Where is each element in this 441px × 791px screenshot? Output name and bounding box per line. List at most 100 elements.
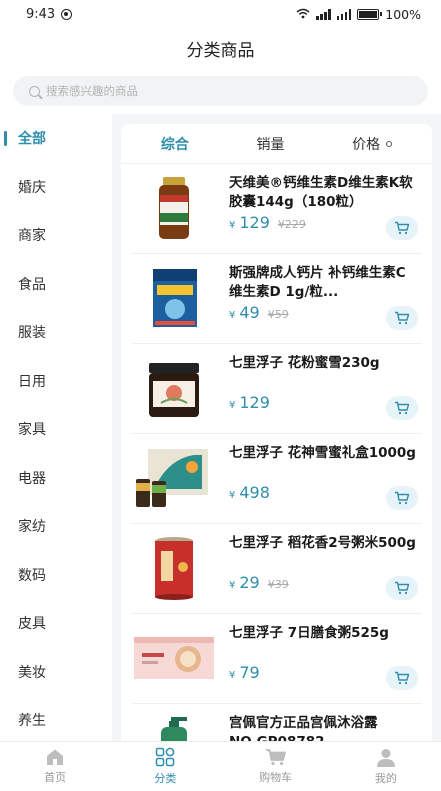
category-sidebar: 全部 婚庆 商家 食品 服装 日用 家具 电器 家纺 数码 皮具 美妆 养生 bbox=[0, 114, 112, 741]
add-to-cart-button[interactable] bbox=[386, 396, 418, 420]
category-label: 婚庆 bbox=[18, 179, 46, 196]
product-price: 49 bbox=[239, 303, 260, 322]
product-price: 79 bbox=[239, 663, 260, 682]
product-item[interactable]: 七里浮子 7日膳食粥525g ¥ 79 bbox=[131, 614, 422, 704]
original-price: ¥39 bbox=[267, 578, 289, 591]
category-item-beauty[interactable]: 美妆 bbox=[0, 648, 112, 697]
original-price: ¥59 bbox=[267, 308, 289, 321]
porridge-box-icon bbox=[134, 637, 214, 679]
price-row: ¥ 129 bbox=[229, 393, 278, 412]
cart-icon bbox=[395, 401, 410, 415]
product-item[interactable]: 斯强牌成人钙片 补钙维生素C维生素D 1g/粒... ¥ 49 ¥59 bbox=[131, 254, 422, 344]
add-to-cart-button[interactable] bbox=[386, 666, 418, 690]
product-thumbnail bbox=[131, 713, 217, 741]
signal-icon-2 bbox=[336, 8, 352, 20]
category-label: 商家 bbox=[18, 228, 46, 245]
product-thumbnail bbox=[131, 623, 217, 693]
price-row: ¥ 498 bbox=[229, 483, 278, 502]
sort-bar: 综合 销量 价格 bbox=[121, 124, 432, 164]
battery-icon bbox=[357, 8, 383, 20]
search-input[interactable]: 搜索感兴趣的商品 bbox=[13, 76, 428, 106]
add-to-cart-button[interactable] bbox=[386, 576, 418, 600]
search-bar: 搜索感兴趣的商品 bbox=[0, 68, 441, 114]
status-bar: 9:43 100% bbox=[0, 0, 441, 28]
product-title: 斯强牌成人钙片 补钙维生素C维生素D 1g/粒... bbox=[229, 265, 406, 300]
category-item-clothing[interactable]: 服装 bbox=[0, 308, 112, 357]
currency-symbol: ¥ bbox=[229, 220, 236, 231]
tab-category[interactable]: 分类 bbox=[110, 742, 220, 791]
sort-tab-sales[interactable]: 销量 bbox=[256, 134, 284, 154]
tab-label: 首页 bbox=[44, 771, 67, 784]
calcium-box-icon bbox=[153, 269, 197, 327]
product-price: 129 bbox=[239, 213, 270, 232]
product-title: 七里浮子 花神雪蜜礼盒1000g bbox=[229, 445, 416, 461]
price-row: ¥ 79 bbox=[229, 663, 268, 682]
product-item[interactable]: 七里浮子 稻花香2号粥米500g ¥ 29 ¥39 bbox=[131, 524, 422, 614]
content-area: 全部 婚庆 商家 食品 服装 日用 家具 电器 家纺 数码 皮具 美妆 养生 综… bbox=[0, 114, 441, 741]
category-label: 皮具 bbox=[18, 616, 46, 633]
category-label: 家纺 bbox=[18, 519, 46, 536]
product-title: 七里浮子 稻花香2号粥米500g bbox=[229, 535, 416, 551]
category-item-health[interactable]: 养生 bbox=[0, 696, 112, 741]
category-label: 全部 bbox=[18, 131, 46, 148]
product-title: 七里浮子 7日膳食粥525g bbox=[229, 625, 389, 641]
product-thumbnail bbox=[131, 353, 217, 423]
sort-tab-price[interactable]: 价格 bbox=[352, 134, 393, 154]
category-item-digital[interactable]: 数码 bbox=[0, 551, 112, 600]
page-header: 分类商品 bbox=[0, 28, 441, 68]
shower-gel-icon bbox=[161, 717, 187, 741]
rice-can-icon bbox=[155, 537, 193, 600]
category-label: 数码 bbox=[18, 567, 46, 584]
currency-symbol: ¥ bbox=[229, 580, 236, 591]
category-item-all[interactable]: 全部 bbox=[0, 114, 112, 163]
cart-icon bbox=[395, 581, 410, 595]
category-label: 日用 bbox=[18, 373, 46, 390]
record-icon bbox=[61, 8, 73, 20]
bottom-tab-bar: 首页 分类 购物车 我的 bbox=[0, 741, 441, 791]
original-price: ¥229 bbox=[277, 218, 306, 231]
category-item-wedding[interactable]: 婚庆 bbox=[0, 163, 112, 212]
tab-label: 分类 bbox=[154, 772, 177, 785]
tab-home[interactable]: 首页 bbox=[0, 742, 110, 791]
category-label: 美妆 bbox=[18, 664, 46, 681]
sort-order-icon bbox=[386, 140, 393, 147]
status-time: 9:43 bbox=[26, 6, 56, 22]
wifi-icon bbox=[296, 7, 310, 22]
product-item[interactable]: 七里浮子 花神雪蜜礼盒1000g ¥ 498 bbox=[131, 434, 422, 524]
product-thumbnail bbox=[131, 533, 217, 603]
price-row: ¥ 29 ¥39 bbox=[229, 573, 289, 592]
category-label: 家具 bbox=[18, 422, 46, 439]
currency-symbol: ¥ bbox=[229, 670, 236, 681]
add-to-cart-button[interactable] bbox=[386, 216, 418, 240]
category-item-food[interactable]: 食品 bbox=[0, 260, 112, 309]
add-to-cart-button[interactable] bbox=[386, 306, 418, 330]
product-thumbnail bbox=[131, 443, 217, 513]
sort-label: 销量 bbox=[256, 136, 285, 153]
status-left: 9:43 bbox=[26, 6, 73, 22]
category-label: 电器 bbox=[18, 470, 46, 487]
battery-percent: 100% bbox=[385, 6, 421, 22]
category-item-leather[interactable]: 皮具 bbox=[0, 599, 112, 648]
active-indicator bbox=[4, 131, 7, 146]
product-item[interactable]: 宫佩官方正品宫佩沐浴露NO.GP08782 bbox=[131, 704, 422, 741]
product-item[interactable]: 七里浮子 花粉蜜雪230g ¥ 129 bbox=[131, 344, 422, 434]
category-item-furniture[interactable]: 家具 bbox=[0, 405, 112, 454]
sort-tab-default[interactable]: 综合 bbox=[161, 134, 189, 154]
price-row: ¥ 129 ¥229 bbox=[229, 213, 306, 232]
category-item-appliances[interactable]: 电器 bbox=[0, 454, 112, 503]
add-to-cart-button[interactable] bbox=[386, 486, 418, 510]
category-item-daily[interactable]: 日用 bbox=[0, 357, 112, 406]
product-title: 七里浮子 花粉蜜雪230g bbox=[229, 355, 380, 371]
product-panel: 综合 销量 价格 天维美®钙维生素D维生素K软胶囊144g（180粒） ¥ 12… bbox=[121, 124, 432, 741]
tab-profile[interactable]: 我的 bbox=[331, 742, 441, 791]
product-list: 天维美®钙维生素D维生素K软胶囊144g（180粒） ¥ 129 ¥229 斯强… bbox=[121, 164, 432, 741]
currency-symbol: ¥ bbox=[229, 490, 236, 501]
product-title: 天维美®钙维生素D维生素K软胶囊144g（180粒） bbox=[229, 175, 413, 210]
tab-cart[interactable]: 购物车 bbox=[221, 742, 331, 791]
category-item-textiles[interactable]: 家纺 bbox=[0, 502, 112, 551]
product-item[interactable]: 天维美®钙维生素D维生素K软胶囊144g（180粒） ¥ 129 ¥229 bbox=[131, 164, 422, 254]
category-item-merchant[interactable]: 商家 bbox=[0, 211, 112, 260]
price-row: ¥ 49 ¥59 bbox=[229, 303, 289, 322]
home-icon bbox=[47, 749, 64, 765]
page-title: 分类商品 bbox=[186, 40, 255, 61]
